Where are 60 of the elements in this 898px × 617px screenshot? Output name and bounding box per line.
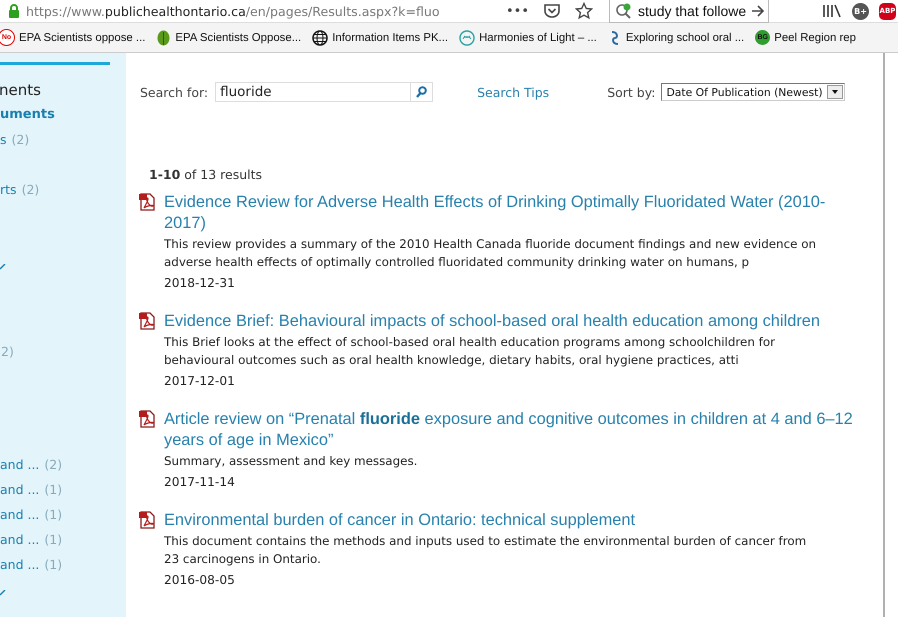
result-description: This document contains the methods and inputs used to estimate the environmental burden of cancer from 23 carcinogens in Ontario.	[164, 533, 808, 568]
search-icon	[615, 2, 634, 18]
sort-label: Sort by:	[607, 84, 656, 100]
result-title-link[interactable]: Article review on “Prenatal fluoride exposure and cognitive outcomes in children at 4 and 6–12 years of age in Mexico”	[164, 409, 866, 451]
bookmark[interactable]: Harmonies of Light – ...	[459, 30, 597, 46]
lock-icon	[8, 4, 20, 18]
result-count: (2)	[12, 132, 30, 147]
star-icon	[575, 2, 594, 20]
result-count: (2)	[44, 457, 62, 472]
result-date: 2018-12-31	[164, 276, 236, 290]
result-date: 2017-11-14	[164, 475, 236, 489]
leaf-icon	[156, 30, 172, 46]
filter-link[interactable]: and ...	[0, 482, 40, 497]
filter-link[interactable]: uments	[0, 107, 55, 122]
result-count: (1)	[44, 482, 62, 497]
pdf-icon	[139, 193, 156, 211]
section-heading: nents	[0, 80, 41, 98]
bookmark[interactable]: Exploring school oral ...	[608, 30, 744, 46]
results-summary: 1-10 of 13 results	[149, 167, 264, 182]
chevron-icon[interactable]	[0, 590, 6, 596]
sort-dropdown[interactable]: Date Of Publication (Newest)	[661, 83, 845, 101]
result-count: (1)	[44, 532, 62, 547]
search-label: Search for:	[140, 84, 208, 100]
swirl-icon	[459, 30, 476, 46]
result-count: (1)	[44, 507, 62, 522]
result-title-link[interactable]: Environmental burden of cancer in Ontario: technical supplement	[164, 510, 866, 531]
filter-link[interactable]: and ...	[0, 457, 40, 472]
result-title-link[interactable]: Evidence Brief: Behavioural impacts of school-based oral health education among children	[164, 311, 866, 332]
profile-icon[interactable]: B+	[852, 2, 869, 20]
pdf-icon	[139, 312, 156, 330]
pdf-icon	[139, 511, 156, 529]
bookmark[interactable]: Information Items PK...	[312, 30, 448, 46]
result-date: 2017-12-01	[164, 374, 236, 388]
address-bar[interactable]: https://www.publichealthontario.ca/en/pages/Results.aspx?k=fluo	[26, 4, 440, 18]
result-count: (1)	[44, 557, 62, 572]
search-button[interactable]	[411, 82, 434, 102]
chevron-icon[interactable]	[0, 264, 6, 270]
result-description: This review provides a summary of the 2010 Health Canada fluoride document findings and new evidence on adverse health effects of optimally controlled fluoridated community drinking water on humans, p	[164, 236, 818, 271]
filter-link[interactable]: and ...	[0, 557, 40, 572]
result-date: 2016-08-05	[164, 573, 236, 587]
globe-icon	[312, 30, 328, 46]
result-description: Summary, assessment and key messages.	[164, 453, 418, 470]
bookmark[interactable]: EPA Scientists Oppose...	[156, 30, 302, 46]
filter-link[interactable]: rts	[0, 182, 17, 197]
result-description: This Brief looks at the effect of school-based oral health education programs among schoolchildren for behavioural outcomes such as oral health knowledge, dietary habits, oral hygiene practices, atti	[164, 334, 776, 369]
caret-icon	[832, 90, 838, 94]
magnifier-icon	[416, 86, 428, 98]
filter-link[interactable]: and ...	[0, 532, 40, 547]
more-menu[interactable]: •••	[506, 4, 530, 18]
library-icon	[822, 3, 842, 19]
pocket-icon	[543, 3, 562, 19]
result-count: (2)	[22, 182, 40, 197]
arrow-icon	[751, 4, 766, 18]
search-field[interactable]: fluoride	[215, 82, 412, 102]
search-tips-link[interactable]: Search Tips	[477, 84, 550, 100]
result-count: 2)	[1, 344, 14, 359]
result-title-link[interactable]: Evidence Review for Adverse Health Effects of Drinking Optimally Fluoridated Water (2010-2017)	[164, 192, 866, 234]
filter-link[interactable]: s	[0, 132, 7, 147]
filter-link[interactable]: and ...	[0, 507, 40, 522]
pdf-icon	[139, 410, 156, 428]
